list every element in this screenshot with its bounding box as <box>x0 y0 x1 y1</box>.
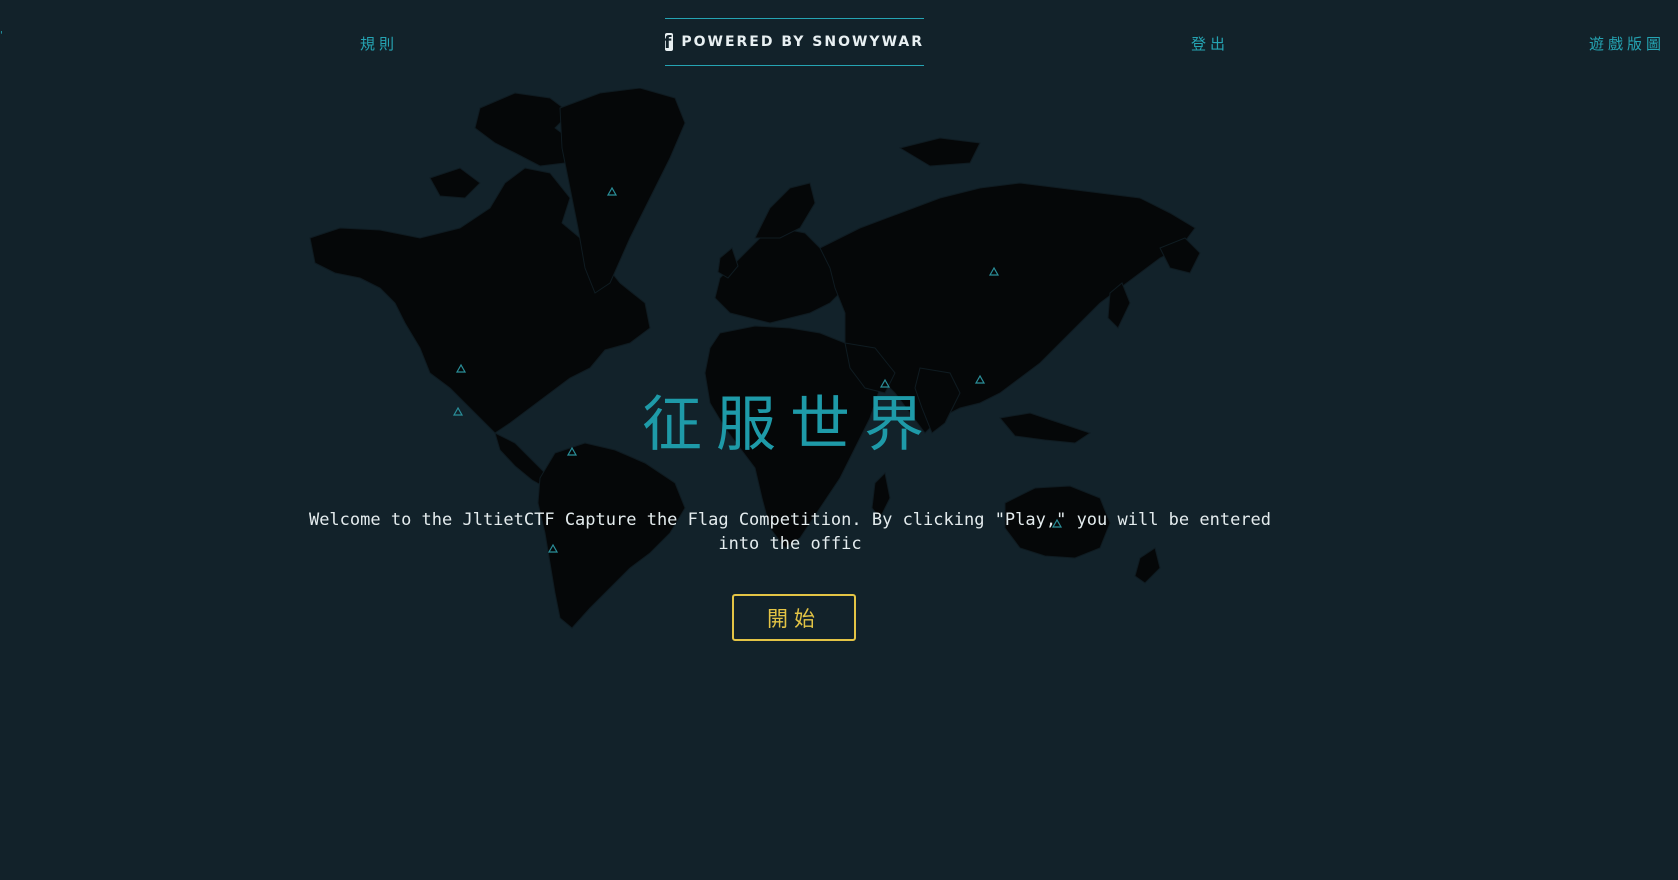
powered-by-brand[interactable]: f POWERED BY SNOWYWAR <box>665 18 924 66</box>
facebook-icon: f <box>665 33 674 51</box>
world-map <box>309 88 1201 629</box>
brand-text: POWERED BY SNOWYWAR <box>681 34 924 50</box>
page-title: 征服世界 <box>642 390 938 460</box>
nav-edge-fragment[interactable]: ' <box>0 30 3 41</box>
arctic-island-small <box>429 167 481 199</box>
nav-rules-link[interactable]: 規則 <box>360 33 398 54</box>
play-button[interactable]: 開始 <box>732 594 856 641</box>
siberia-north-islands <box>898 137 981 167</box>
nav-game-board-link[interactable]: 遊戲版圖 <box>1589 33 1665 54</box>
welcome-message: Welcome to the JltietCTF Capture the Fla… <box>308 510 1272 554</box>
game-landing-page: ' 規則 f POWERED BY SNOWYWAR 登出 遊戲版圖 征服世界 … <box>0 0 1678 880</box>
europe-landmass <box>714 227 846 324</box>
arctic-islands <box>474 92 576 167</box>
scandinavia-landmass <box>754 182 816 239</box>
nav-logout-link[interactable]: 登出 <box>1191 33 1229 54</box>
